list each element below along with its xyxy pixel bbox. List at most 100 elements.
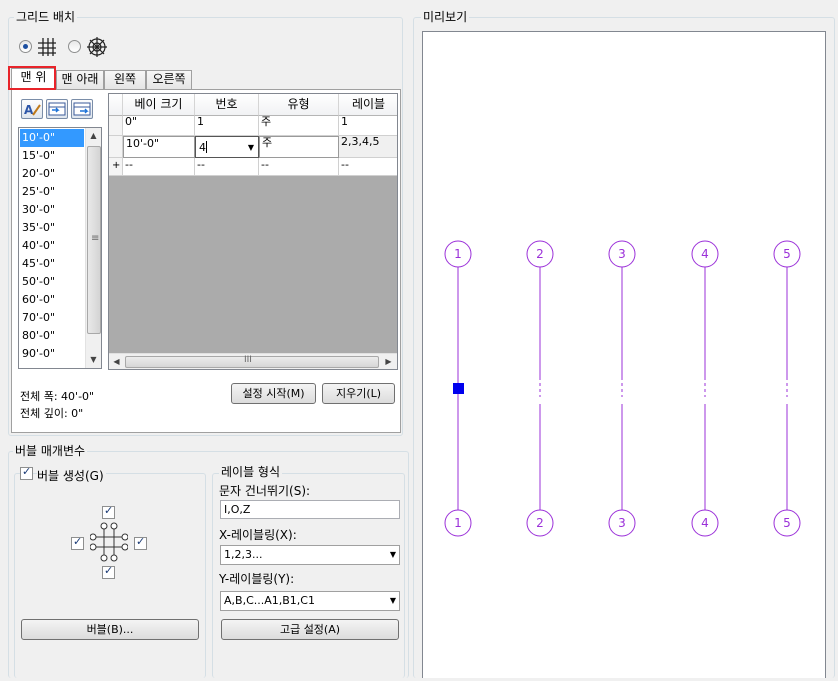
list-item[interactable]: 15'-0" xyxy=(20,147,84,165)
table-cell[interactable]: -- xyxy=(195,158,259,176)
svg-text:A: A xyxy=(24,103,34,117)
scroll-up-arrow[interactable]: ▲ xyxy=(86,128,101,143)
edit-label-icon: A xyxy=(24,103,41,117)
tab-left[interactable]: 왼쪽 xyxy=(104,70,146,89)
table-cell[interactable]: 10'-0" xyxy=(123,136,195,158)
list-item[interactable]: 80'-0" xyxy=(20,327,84,345)
number-combo-value[interactable]: 4 xyxy=(199,140,206,156)
table-cell[interactable]: 주 xyxy=(259,116,339,136)
bubble-top-checkbox[interactable] xyxy=(102,504,115,519)
bay-table[interactable]: 베이 크기 번호 유형 레이블 0" 1 주 1 10'-0" 4 ▼ 주 2,… xyxy=(108,93,398,370)
preview-canvas: 1 2 3 4 5 1 2 3 4 5 xyxy=(422,31,826,678)
grid-placement-title: 그리드 배치 xyxy=(14,10,78,24)
y-labeling-label: Y-레이블링(Y): xyxy=(219,572,295,586)
bubble-position-icon xyxy=(90,522,128,562)
table-cell[interactable]: 1 xyxy=(339,116,397,136)
list-item[interactable]: 20'-0" xyxy=(20,165,84,183)
table-hscrollbar[interactable]: ◀ III ▶ xyxy=(109,353,397,369)
grid-bubble-bottom-label: 1 xyxy=(454,516,462,530)
list-item[interactable]: 70'-0" xyxy=(20,309,84,327)
grid-bubble-bottom-label: 3 xyxy=(618,516,626,530)
list-item[interactable]: 45'-0" xyxy=(20,255,84,273)
y-labeling-select[interactable]: A,B,C...A1,B1,C1 ▼ xyxy=(220,591,400,611)
skip-chars-label: 문자 건너뛰기(S): xyxy=(219,484,311,498)
bay-list-scrollbar[interactable]: ▲ ≡ ▼ xyxy=(85,128,101,368)
generate-bubbles-checkbox[interactable] xyxy=(20,465,33,480)
bubble-right-checkbox[interactable] xyxy=(134,535,147,550)
row-header xyxy=(109,136,123,158)
grid-bubble-top-label: 5 xyxy=(783,247,791,261)
table-cell[interactable]: -- xyxy=(259,158,339,176)
radial-grid-icon xyxy=(87,37,107,57)
table-cell[interactable]: 0" xyxy=(123,116,195,136)
bubble-params-title: 버블 매개변수 xyxy=(13,444,88,458)
grid-bubble-top-label: 3 xyxy=(618,247,626,261)
total-width-label: 전체 폭: 40'-0" xyxy=(20,390,95,403)
grid-bubble-bottom-label: 2 xyxy=(536,516,544,530)
grid-bubble-top-label: 1 xyxy=(454,247,462,261)
table-cell[interactable]: -- xyxy=(123,158,195,176)
y-labeling-value: A,B,C...A1,B1,C1 xyxy=(224,594,315,607)
layout-radial-radio[interactable] xyxy=(68,40,81,53)
number-combo-cell[interactable]: 4 ▼ xyxy=(195,136,259,158)
chevron-down-icon[interactable]: ▼ xyxy=(248,140,254,156)
table-cell[interactable]: 주 xyxy=(259,136,339,158)
total-depth-label: 전체 깊이: 0" xyxy=(20,407,84,420)
list-item[interactable]: 50'-0" xyxy=(20,273,84,291)
scroll-down-arrow[interactable]: ▼ xyxy=(86,352,101,367)
x-labeling-select[interactable]: 1,2,3... ▼ xyxy=(220,545,400,565)
tab-bottom[interactable]: 맨 아래 xyxy=(56,70,104,89)
skip-chars-field[interactable]: I,O,Z xyxy=(220,500,400,519)
scroll-thumb[interactable]: ≡ xyxy=(87,146,101,334)
scroll-right-arrow[interactable]: ▶ xyxy=(381,354,396,369)
row-header xyxy=(109,116,123,136)
list-item[interactable]: 35'-0" xyxy=(20,219,84,237)
scroll-left-arrow[interactable]: ◀ xyxy=(109,354,124,369)
edit-label-button[interactable]: A xyxy=(21,99,43,119)
bubble-bottom-checkbox[interactable] xyxy=(102,564,115,579)
list-item[interactable]: 60'-0" xyxy=(20,291,84,309)
label-format-title: 레이블 형식 xyxy=(219,465,283,479)
list-item[interactable]: 30'-0" xyxy=(20,201,84,219)
table-cell[interactable]: 1 xyxy=(195,116,259,136)
bay-size-list[interactable]: 10'-0" 15'-0" 20'-0" 25'-0" 30'-0" 35'-0… xyxy=(18,127,102,369)
new-row-marker: + xyxy=(109,158,123,176)
grid-bubble-top-label: 2 xyxy=(536,247,544,261)
bubble-left-checkbox[interactable] xyxy=(71,535,84,550)
start-setup-button[interactable]: 설정 시작(M) xyxy=(231,383,316,404)
rectangular-grid-icon xyxy=(38,38,56,56)
insert-bay-icon xyxy=(48,102,66,116)
list-item[interactable]: 10'-0" xyxy=(20,129,84,147)
scroll-thumb-grip: ≡ xyxy=(91,233,100,244)
row-header-corner xyxy=(109,94,123,116)
column-header-label[interactable]: 레이블 xyxy=(339,94,397,116)
hscroll-thumb-grip: III xyxy=(244,355,252,365)
chevron-down-icon[interactable]: ▼ xyxy=(390,592,396,609)
column-header-bay-size[interactable]: 베이 크기 xyxy=(123,94,195,116)
list-item[interactable]: 90'-0" xyxy=(20,345,84,363)
list-item[interactable]: 25'-0" xyxy=(20,183,84,201)
insert-bay-button[interactable] xyxy=(46,99,68,119)
advanced-settings-button[interactable]: 고급 설정(A) xyxy=(221,619,399,640)
selection-grip[interactable] xyxy=(453,383,464,394)
text-caret xyxy=(206,141,207,153)
grid-bubble-top-label: 4 xyxy=(701,247,709,261)
generate-bubbles-label: 버블 생성(G) xyxy=(37,467,106,484)
bubbles-button[interactable]: 버블(B)... xyxy=(21,619,199,640)
layout-rectangular-radio[interactable] xyxy=(19,40,32,53)
grid-bubble-bottom-label: 4 xyxy=(701,516,709,530)
x-labeling-value: 1,2,3... xyxy=(224,548,263,561)
table-cell[interactable]: -- xyxy=(339,158,397,176)
column-header-type[interactable]: 유형 xyxy=(259,94,339,116)
append-bay-button[interactable] xyxy=(71,99,93,119)
x-labeling-label: X-레이블링(X): xyxy=(219,528,297,542)
column-header-number[interactable]: 번호 xyxy=(195,94,259,116)
table-cell[interactable]: 2,3,4,5 xyxy=(339,136,397,158)
list-item[interactable]: 40'-0" xyxy=(20,237,84,255)
hscroll-thumb[interactable]: III xyxy=(125,355,379,368)
clear-button[interactable]: 지우기(L) xyxy=(322,383,395,404)
tab-right[interactable]: 오른쪽 xyxy=(146,70,192,89)
active-tab-highlight xyxy=(8,66,56,90)
chevron-down-icon[interactable]: ▼ xyxy=(390,546,396,563)
grid-bubble-bottom-label: 5 xyxy=(783,516,791,530)
